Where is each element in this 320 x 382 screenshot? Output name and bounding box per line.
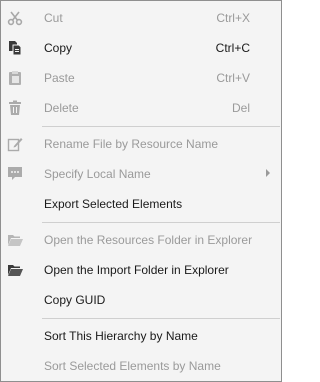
- menu-item-delete[interactable]: Delete Del: [1, 93, 281, 123]
- menu-item-label: Open the Import Folder in Explorer: [44, 263, 229, 277]
- comment-icon: [8, 167, 22, 180]
- menu-item-cut[interactable]: Cut Ctrl+X: [1, 3, 281, 33]
- menu-item-label: Delete: [44, 101, 79, 115]
- menu-item-rename-file[interactable]: Rename File by Resource Name: [1, 129, 281, 159]
- menu-item-copy-guid[interactable]: Copy GUID: [1, 285, 281, 315]
- menu-item-paste[interactable]: Paste Ctrl+V: [1, 63, 281, 93]
- menu-item-copy[interactable]: Copy Ctrl+C: [1, 33, 281, 63]
- menu-item-label: Copy: [44, 41, 73, 55]
- menu-item-open-import-folder[interactable]: Open the Import Folder in Explorer: [1, 255, 281, 285]
- scissors-icon: [7, 11, 23, 26]
- menu-item-shortcut: Ctrl+X: [216, 11, 250, 25]
- trash-icon: [9, 100, 21, 115]
- menu-item-label: Specify Local Name: [44, 167, 151, 181]
- paste-icon: [9, 71, 21, 85]
- menu-item-sort-hierarchy[interactable]: Sort This Hierarchy by Name: [1, 321, 281, 351]
- rename-icon: [7, 138, 23, 152]
- menu-item-label: Rename File by Resource Name: [44, 137, 219, 151]
- menu-item-label: Sort This Hierarchy by Name: [44, 329, 198, 343]
- menu-separator: [42, 126, 280, 127]
- context-menu: Cut Ctrl+X Copy Ctrl+C Paste Ctrl+V Dele…: [0, 0, 282, 382]
- menu-item-shortcut: Del: [231, 101, 250, 115]
- folder-open-icon: [8, 235, 23, 246]
- menu-separator: [42, 222, 280, 223]
- menu-item-label: Sort Selected Elements by Name: [44, 359, 221, 373]
- menu-item-open-resources-folder[interactable]: Open the Resources Folder in Explorer: [1, 225, 281, 255]
- menu-separator: [42, 318, 280, 319]
- menu-item-label: Copy GUID: [44, 293, 106, 307]
- menu-item-label: Export Selected Elements: [44, 197, 183, 211]
- menu-item-label: Open the Resources Folder in Explorer: [44, 233, 253, 247]
- menu-item-label: Paste: [44, 71, 75, 85]
- menu-item-shortcut: Ctrl+V: [216, 71, 250, 85]
- folder-open-icon: [8, 265, 23, 276]
- menu-item-specify-local-name[interactable]: Specify Local Name: [1, 159, 281, 189]
- menu-item-shortcut: Ctrl+C: [215, 41, 250, 55]
- menu-item-label: Cut: [44, 11, 63, 25]
- copy-icon: [9, 41, 22, 56]
- menu-item-export-selected[interactable]: Export Selected Elements: [1, 189, 281, 219]
- menu-item-sort-selected[interactable]: Sort Selected Elements by Name: [1, 351, 281, 381]
- submenu-arrow-icon: [266, 169, 270, 177]
